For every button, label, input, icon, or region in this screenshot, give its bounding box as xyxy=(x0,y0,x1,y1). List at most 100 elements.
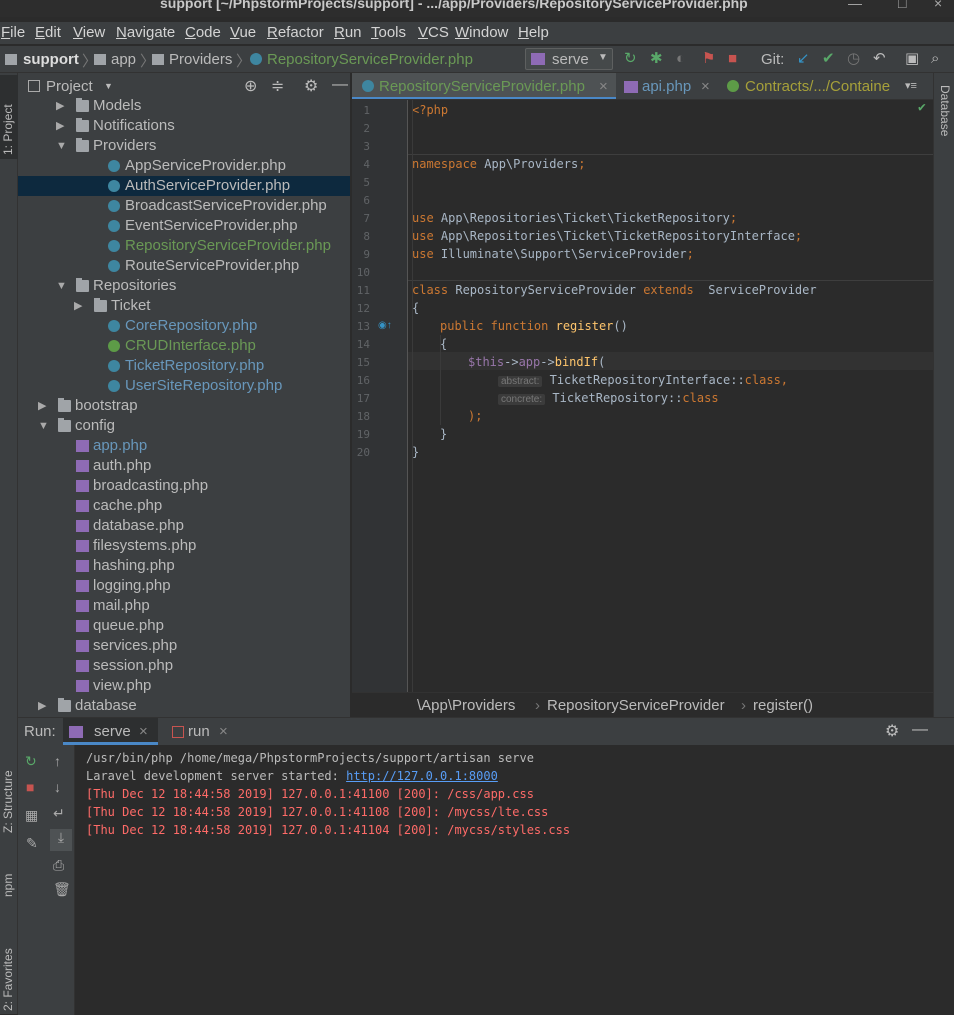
tree-item[interactable]: app.php xyxy=(18,436,350,456)
rerun-icon[interactable]: ↻ xyxy=(624,51,637,67)
breadcrumb-class[interactable]: RepositoryServiceProvider xyxy=(547,697,725,714)
tree-item[interactable]: filesystems.php xyxy=(18,536,350,556)
database-tool-tab[interactable]: Database xyxy=(935,85,953,159)
tree-item[interactable]: view.php xyxy=(18,676,350,696)
breadcrumb-file[interactable]: RepositoryServiceProvider.php xyxy=(267,51,473,68)
implements-gutter-icon[interactable]: ◉↑ xyxy=(378,320,392,331)
breadcrumb-namespace[interactable]: \App\Providers xyxy=(417,697,515,714)
down-arrow-icon[interactable]: ↓ xyxy=(54,779,61,795)
tree-item[interactable]: ▶ Models xyxy=(18,96,350,116)
expanded-arrow-icon[interactable]: ▼ xyxy=(56,276,67,296)
favorites-tool-tab[interactable]: 2: Favorites xyxy=(0,923,18,1011)
tab-api[interactable]: api.php × xyxy=(618,73,718,99)
layout-icon[interactable]: ▦ xyxy=(25,807,38,824)
collapsed-arrow-icon[interactable]: ▶ xyxy=(38,696,46,716)
print-icon[interactable]: ⎙ xyxy=(53,857,64,874)
project-panel-title[interactable]: Project xyxy=(46,78,93,95)
collapsed-arrow-icon[interactable]: ▶ xyxy=(56,96,64,116)
tree-item[interactable]: EventServiceProvider.php xyxy=(18,216,350,236)
code-editor[interactable]: ✔ <?php namespace App\Providers; use App… xyxy=(408,100,933,692)
git-update-icon[interactable]: ↙ xyxy=(797,51,810,67)
inspection-ok-icon[interactable]: ✔ xyxy=(918,100,926,115)
console-link[interactable]: http://127.0.0.1:8000 xyxy=(346,769,498,783)
hide-panel-icon[interactable]: — xyxy=(912,721,928,739)
tree-item[interactable]: ▶ database xyxy=(18,696,350,716)
tree-item[interactable]: ▶ bootstrap xyxy=(18,396,350,416)
close-tab-icon[interactable]: × xyxy=(701,73,710,99)
menu-window[interactable]: Window xyxy=(455,24,508,41)
menu-view[interactable]: View xyxy=(73,24,105,41)
tree-item[interactable]: cache.php xyxy=(18,496,350,516)
run-tab-run[interactable]: run × xyxy=(166,718,238,745)
tree-item[interactable]: logging.php xyxy=(18,576,350,596)
run-console[interactable]: /usr/bin/php /home/mega/PhpstormProjects… xyxy=(86,749,570,839)
pin-icon[interactable]: ✎ xyxy=(26,835,38,852)
close-tab-icon[interactable]: × xyxy=(219,723,228,740)
stop-icon[interactable]: ■ xyxy=(26,779,34,795)
menu-run[interactable]: Run xyxy=(334,24,362,41)
git-revert-icon[interactable]: ↶ xyxy=(873,51,886,67)
tree-item[interactable]: TicketRepository.php xyxy=(18,356,350,376)
debug-icon[interactable]: ✱ xyxy=(650,51,663,67)
menu-vue[interactable]: Vue xyxy=(230,24,256,41)
gear-icon[interactable]: ⚙ xyxy=(885,721,899,741)
up-arrow-icon[interactable]: ↑ xyxy=(54,753,61,769)
gear-icon[interactable]: ⚙ xyxy=(304,76,318,96)
soft-wrap-icon[interactable]: ↵ xyxy=(53,805,65,822)
tree-item[interactable]: CRUDInterface.php xyxy=(18,336,350,356)
tab-contracts-container[interactable]: Contracts/.../Containe xyxy=(718,73,903,99)
presentation-icon[interactable]: ▣ xyxy=(905,51,919,67)
profile-icon[interactable]: ⚑ xyxy=(702,51,715,67)
menu-vcs[interactable]: VCS xyxy=(418,24,449,41)
npm-tool-tab[interactable]: npm xyxy=(0,857,18,897)
collapse-all-icon[interactable]: ≑ xyxy=(271,76,284,96)
tree-item[interactable]: UserSiteRepository.php xyxy=(18,376,350,396)
collapsed-arrow-icon[interactable]: ▶ xyxy=(38,396,46,416)
structure-tool-tab[interactable]: Z: Structure xyxy=(0,753,18,833)
menu-help[interactable]: Help xyxy=(518,24,549,41)
tree-item[interactable]: services.php xyxy=(18,636,350,656)
tree-item[interactable]: ▼ Providers xyxy=(18,136,350,156)
close-tab-icon[interactable]: × xyxy=(139,723,148,740)
tree-item[interactable]: database.php xyxy=(18,516,350,536)
menu-refactor[interactable]: Refactor xyxy=(267,24,324,41)
tree-item[interactable]: queue.php xyxy=(18,616,350,636)
tree-item[interactable]: CoreRepository.php xyxy=(18,316,350,336)
expanded-arrow-icon[interactable]: ▼ xyxy=(56,136,67,156)
tree-item[interactable]: ▼ Repositories xyxy=(18,276,350,296)
stop-icon[interactable]: ■ xyxy=(728,51,737,67)
menu-navigate[interactable]: Navigate xyxy=(116,24,175,41)
menu-file[interactable]: File xyxy=(1,24,25,41)
tree-item[interactable]: mail.php xyxy=(18,596,350,616)
tree-item[interactable]: hashing.php xyxy=(18,556,350,576)
git-history-icon[interactable]: ◷ xyxy=(847,51,860,67)
breadcrumb-support[interactable]: support xyxy=(23,51,79,68)
breadcrumb-app[interactable]: app xyxy=(111,51,136,68)
trash-icon[interactable]: 🗑 xyxy=(53,881,71,898)
tab-list-icon[interactable]: ▾≡ xyxy=(905,79,917,92)
menu-tools[interactable]: Tools xyxy=(371,24,406,41)
tree-item[interactable]: BroadcastServiceProvider.php xyxy=(18,196,350,216)
close-window-button[interactable]: × xyxy=(934,0,942,10)
tree-item[interactable]: AppServiceProvider.php xyxy=(18,156,350,176)
tree-item[interactable]: session.php xyxy=(18,656,350,676)
close-tab-icon[interactable]: × xyxy=(599,73,608,99)
collapsed-arrow-icon[interactable]: ▶ xyxy=(56,116,64,136)
tree-item[interactable]: broadcasting.php xyxy=(18,476,350,496)
run-config-select[interactable]: serve ▼ xyxy=(525,48,613,70)
tree-item[interactable]: auth.php xyxy=(18,456,350,476)
tree-item[interactable]: ▼ config xyxy=(18,416,350,436)
coverage-icon[interactable]: ◐ xyxy=(676,51,685,67)
tree-item[interactable]: RepositoryServiceProvider.php xyxy=(18,236,350,256)
rerun-icon[interactable]: ↻ xyxy=(25,753,37,770)
breadcrumb-method[interactable]: register() xyxy=(753,697,813,714)
locate-icon[interactable]: ⊕ xyxy=(244,76,257,96)
tree-item[interactable]: AuthServiceProvider.php xyxy=(18,176,350,196)
tree-item[interactable]: ▶ Ticket xyxy=(18,296,350,316)
run-tab-serve[interactable]: serve × xyxy=(63,718,158,745)
maximize-button[interactable]: □ xyxy=(898,0,906,10)
scroll-to-end-icon[interactable]: ⤓ xyxy=(50,829,72,851)
minimize-button[interactable]: — xyxy=(848,0,862,10)
collapsed-arrow-icon[interactable]: ▶ xyxy=(74,296,82,316)
breadcrumb-providers[interactable]: Providers xyxy=(169,51,232,68)
